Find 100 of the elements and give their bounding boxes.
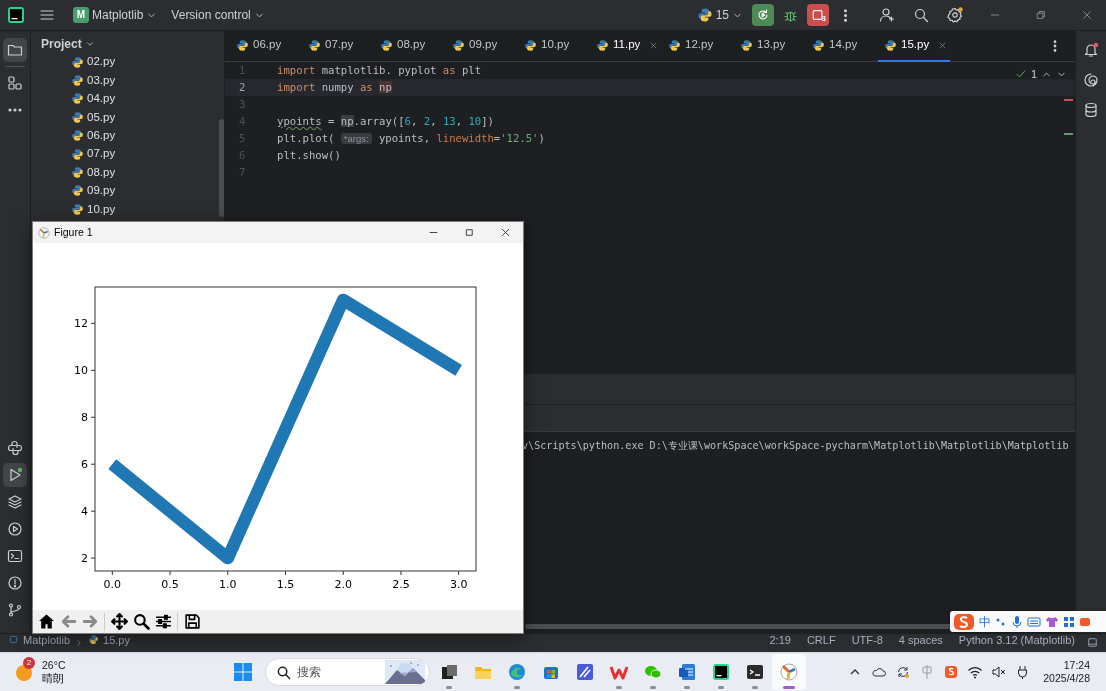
tick-label: 2.0 bbox=[334, 578, 352, 591]
file-icon bbox=[88, 634, 100, 646]
file-item[interactable]: 06.py bbox=[31, 126, 215, 145]
file-item[interactable]: 08.py bbox=[31, 163, 215, 182]
pen-app-icon bbox=[575, 662, 595, 682]
file-icon bbox=[71, 92, 84, 106]
muted-speaker-icon bbox=[991, 664, 1008, 680]
file-item[interactable]: 02.py bbox=[31, 53, 215, 72]
microphone-icon[interactable] bbox=[1011, 614, 1023, 629]
run-icon-button[interactable] bbox=[3, 463, 27, 487]
sync-icon bbox=[895, 664, 912, 680]
vcs-menu[interactable]: Version control bbox=[166, 4, 270, 26]
breadcrumb[interactable]: Matplotlib bbox=[8, 631, 71, 648]
tick-label: 10 bbox=[74, 364, 88, 378]
code-line: plt.show() bbox=[276, 147, 341, 163]
module-icon bbox=[8, 634, 19, 646]
folder-icon-button[interactable] bbox=[3, 38, 27, 62]
code-line: import matplotlib. pyplot as plt bbox=[276, 62, 482, 78]
layers-icon bbox=[7, 494, 23, 510]
search-field[interactable]: 搜索 bbox=[265, 658, 430, 686]
app-logo[interactable] bbox=[8, 7, 24, 23]
tick-label: 8 bbox=[81, 411, 88, 425]
chevron-icon bbox=[84, 39, 95, 49]
file-item[interactable]: 04.py bbox=[31, 89, 215, 109]
terminal-icon bbox=[7, 548, 23, 564]
project-name: Matplotlib bbox=[92, 7, 144, 24]
close-icon bbox=[1081, 9, 1093, 21]
shirt-icon[interactable] bbox=[1045, 615, 1059, 628]
file-icon bbox=[71, 184, 84, 198]
close-icon[interactable] bbox=[938, 40, 948, 50]
editor-tab[interactable]: 12.py bbox=[662, 30, 734, 62]
tick-label: 2.5 bbox=[392, 578, 410, 591]
grid-icon[interactable] bbox=[1063, 615, 1075, 628]
chart-app-icon bbox=[779, 662, 799, 682]
editor-tab[interactable]: 14.py bbox=[806, 30, 878, 62]
panel-title-dropdown[interactable]: Project bbox=[41, 33, 95, 55]
rerun-button[interactable] bbox=[752, 4, 774, 26]
run-config-selector[interactable]: 15 bbox=[691, 4, 748, 26]
editor-tab[interactable]: 07.py bbox=[302, 30, 374, 62]
panel-icon bbox=[1087, 637, 1098, 648]
windows-icon bbox=[233, 662, 253, 682]
close-icon[interactable] bbox=[649, 40, 659, 50]
warning-icon bbox=[7, 575, 23, 591]
problem-count: 1 bbox=[1030, 67, 1037, 82]
file-item[interactable]: 07.py bbox=[31, 144, 215, 164]
tick-label: 12 bbox=[74, 317, 88, 331]
scrollbar[interactable] bbox=[219, 119, 224, 217]
keyboard-icon[interactable] bbox=[1027, 615, 1041, 628]
database-icon bbox=[1083, 102, 1099, 118]
editor-tab[interactable]: 13.py bbox=[734, 30, 806, 62]
clock-date[interactable]: 2025/4/28 bbox=[1043, 672, 1090, 686]
editor-tab[interactable]: 15.py bbox=[878, 30, 950, 62]
project-switcher[interactable]: M Matplotlib bbox=[68, 4, 163, 26]
wifi-icon bbox=[967, 664, 984, 680]
spiral-icon bbox=[1083, 72, 1099, 88]
tick-label: 1.0 bbox=[219, 578, 237, 591]
tick-label: 2 bbox=[81, 552, 88, 566]
run-icon bbox=[7, 467, 23, 483]
document-app-icon bbox=[677, 662, 697, 682]
code-line: import numpy as np bbox=[276, 79, 392, 95]
file-item[interactable]: 03.py bbox=[31, 71, 215, 90]
save-icon bbox=[183, 613, 201, 630]
tick-label: 4 bbox=[81, 505, 88, 519]
file-item[interactable]: 09.py bbox=[31, 181, 215, 201]
menu-icon bbox=[39, 7, 55, 23]
editor-tab[interactable]: 08.py bbox=[374, 30, 446, 62]
status-item[interactable]: Python 3.12 (Matplotlib) bbox=[958, 631, 1075, 648]
home-icon bbox=[37, 613, 55, 630]
ime-logo[interactable] bbox=[953, 612, 975, 631]
browser-icon bbox=[507, 662, 527, 682]
python-icon bbox=[696, 7, 713, 23]
clock-time[interactable]: 17:24 bbox=[1043, 658, 1090, 672]
file-icon bbox=[71, 110, 84, 124]
zoom-icon bbox=[132, 613, 150, 630]
stop-button[interactable]: 3 bbox=[807, 4, 829, 26]
bell-icon bbox=[1083, 42, 1099, 58]
skin-icon[interactable] bbox=[1079, 615, 1091, 628]
file-item[interactable]: 05.py bbox=[31, 108, 215, 127]
task-view-icon bbox=[439, 662, 459, 682]
ide-app-icon bbox=[711, 662, 731, 682]
editor-tab[interactable]: 10.py bbox=[518, 30, 590, 62]
sun-icon[interactable] bbox=[14, 662, 34, 682]
search-icon bbox=[913, 7, 929, 23]
breadcrumb[interactable]: 15.py bbox=[88, 631, 130, 648]
status-item[interactable]: 2:19 bbox=[769, 631, 791, 648]
temperature: 26°C bbox=[42, 658, 66, 672]
move-icon bbox=[110, 613, 128, 630]
status-item[interactable]: UTF-8 bbox=[851, 631, 883, 648]
file-icon bbox=[380, 38, 393, 52]
editor-tab[interactable]: 09.py bbox=[446, 30, 518, 62]
input-mode-button[interactable]: 中 bbox=[979, 612, 991, 631]
branch-icon bbox=[7, 602, 23, 618]
status-item[interactable]: CRLF bbox=[806, 631, 836, 648]
editor-tab[interactable]: 06.py bbox=[230, 30, 302, 62]
file-icon bbox=[884, 38, 897, 52]
editor-tab[interactable]: 11.py bbox=[590, 30, 662, 62]
file-item[interactable]: 10.py bbox=[31, 200, 215, 219]
status-item[interactable]: 4 spaces bbox=[898, 631, 943, 648]
folder-icon bbox=[7, 42, 23, 58]
move-button[interactable] bbox=[108, 610, 130, 633]
